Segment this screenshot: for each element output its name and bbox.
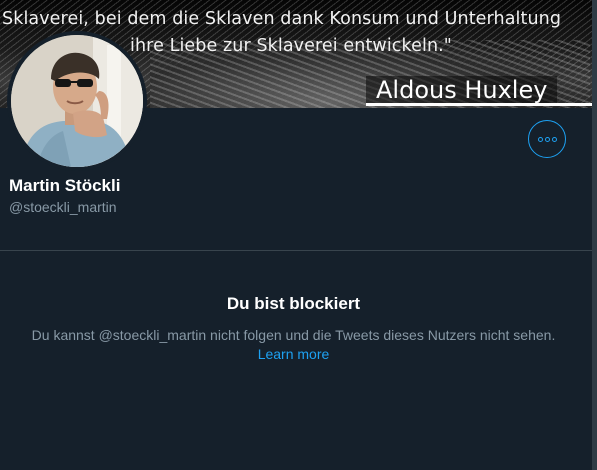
avatar[interactable]	[7, 31, 147, 171]
avatar-photo	[11, 35, 143, 167]
profile-page: Sklaverei, bei dem die Sklaven dank Kons…	[0, 0, 597, 470]
banner-quote-line-2: ihre Liebe zur Sklaverei entwickeln."	[130, 36, 452, 56]
handle: @stoeckli_martin	[9, 199, 117, 215]
banner-author: Aldous Huxley	[366, 76, 558, 104]
blocked-title: Du bist blockiert	[226, 294, 361, 313]
learn-more-container: Learn more	[0, 345, 587, 364]
divider	[0, 250, 597, 251]
display-name: Martin Stöckli	[9, 176, 121, 195]
more-horizontal-icon	[537, 136, 557, 142]
blocked-message: Du kannst @stoeckli_martin nicht folgen …	[31, 327, 556, 343]
more-options-button[interactable]	[528, 120, 566, 158]
banner-quote-line-1: Sklaverei, bei dem die Sklaven dank Kons…	[2, 9, 562, 29]
learn-more-link[interactable]: Learn more	[258, 346, 330, 362]
banner-underline	[366, 103, 592, 106]
scrollbar[interactable]	[592, 0, 597, 470]
